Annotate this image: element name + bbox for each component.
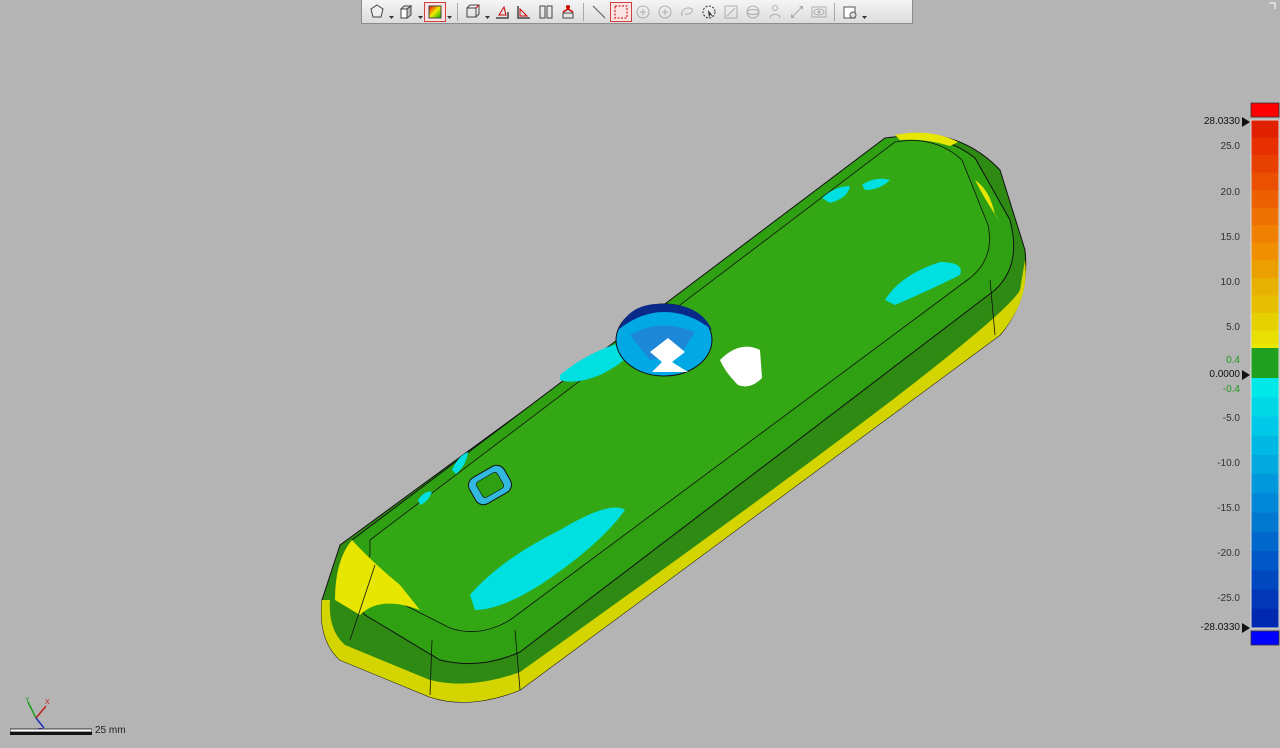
rect-select-icon[interactable] — [610, 1, 632, 22]
color-scale-band — [1251, 378, 1279, 398]
flip-icon[interactable] — [786, 2, 808, 22]
legend-tick-label: 15.0 — [1220, 232, 1240, 243]
color-scale-band — [1251, 474, 1279, 494]
color-scale-band — [1251, 225, 1279, 244]
sphere-icon[interactable] — [742, 2, 764, 22]
legend-zero-arrow-icon[interactable] — [1242, 370, 1250, 380]
color-scale-band — [1251, 190, 1279, 209]
legend-tick-label: -10.0 — [1217, 458, 1240, 469]
eye-icon[interactable] — [808, 2, 830, 22]
over-range-color — [1250, 102, 1280, 118]
legend-min-arrow-icon[interactable] — [1242, 623, 1250, 633]
color-scale-band — [1251, 589, 1279, 610]
scale-bar — [10, 728, 92, 735]
viewport-toolbar — [361, 0, 913, 24]
legend-tolerance-upper-label: 0.4 — [1226, 355, 1240, 366]
brush-icon[interactable] — [720, 2, 742, 22]
legend-tick-label: 10.0 — [1220, 277, 1240, 288]
legend-tolerance-lower-label: -0.4 — [1222, 384, 1240, 395]
color-scale-band — [1251, 155, 1279, 174]
front-view-icon[interactable] — [491, 2, 513, 22]
polygon-icon[interactable] — [366, 2, 388, 22]
legend-tick-label: 5.0 — [1226, 322, 1240, 333]
chevron-down-icon[interactable] — [446, 2, 453, 22]
chevron-down-icon[interactable] — [484, 2, 491, 22]
scale-bar-label: 25 mm — [95, 725, 126, 736]
color-scale-band — [1251, 207, 1279, 226]
axis-y-label: Y — [25, 697, 30, 704]
color-scale-band — [1251, 531, 1279, 552]
color-scale-band — [1251, 493, 1279, 514]
section-box-icon[interactable] — [462, 2, 484, 22]
legend-tick-label: 25.0 — [1220, 141, 1240, 152]
color-scale-band — [1251, 551, 1279, 571]
color-scale-band — [1251, 454, 1279, 475]
chevron-down-icon[interactable] — [388, 2, 395, 22]
under-range-color — [1250, 630, 1280, 646]
legend-tick-label: -15.0 — [1217, 503, 1240, 514]
color-scale-band — [1251, 260, 1279, 279]
split-view-icon[interactable] — [535, 2, 557, 22]
legend-max-arrow-icon[interactable] — [1242, 117, 1250, 127]
toolbar-separator — [457, 2, 458, 21]
person-view-icon[interactable] — [557, 2, 579, 22]
legend-tick-label: 20.0 — [1220, 187, 1240, 198]
color-scale-band — [1251, 120, 1279, 139]
color-scale-band — [1251, 277, 1279, 296]
chevron-down-icon[interactable] — [861, 2, 868, 22]
line-icon[interactable] — [588, 2, 610, 22]
legend-tick-label: -5.0 — [1222, 413, 1240, 424]
axis-x-label: X — [45, 699, 50, 706]
side-view-icon[interactable] — [513, 2, 535, 22]
color-scale-band — [1251, 512, 1279, 533]
add-point-alt-icon[interactable] — [654, 2, 676, 22]
legend-tick-label: -20.0 — [1217, 548, 1240, 559]
add-point-icon[interactable] — [632, 2, 654, 22]
resize-corner-icon[interactable] — [1268, 2, 1276, 10]
lasso-icon[interactable] — [676, 2, 698, 22]
color-scale-band — [1251, 416, 1279, 437]
3d-viewport[interactable] — [0, 24, 1180, 748]
color-scale-band — [1251, 172, 1279, 191]
legend-tick-label: -25.0 — [1217, 593, 1240, 604]
colormap-icon[interactable] — [424, 1, 446, 22]
color-scale-band — [1251, 295, 1279, 314]
legend-min-label: -28.0330 — [1200, 622, 1240, 633]
color-scale-band — [1251, 137, 1279, 156]
cube-icon[interactable] — [395, 2, 417, 22]
legend-max-label: 28.0330 — [1203, 116, 1240, 127]
toolbar-separator — [583, 2, 584, 21]
color-scale-band — [1251, 312, 1279, 331]
tolerance-band — [1251, 348, 1279, 378]
color-legend: 28.0330 25.0 20.0 15.0 10.0 5.0 0.4 0.0000 -0.4 -… — [1190, 100, 1280, 650]
color-scale-band — [1251, 435, 1279, 456]
color-scale-bar — [1250, 102, 1280, 646]
color-scale-band — [1251, 570, 1279, 591]
display-options-icon[interactable] — [839, 2, 861, 22]
circle-select-icon[interactable] — [698, 2, 720, 22]
color-scale-band — [1251, 242, 1279, 261]
color-scale-band — [1251, 397, 1279, 417]
color-scale-band — [1251, 344, 1279, 348]
person-select-icon[interactable] — [764, 2, 786, 22]
legend-zero-label: 0.0000 — [1209, 369, 1240, 380]
color-scale-band — [1251, 608, 1279, 629]
toolbar-separator — [834, 2, 835, 21]
chevron-down-icon[interactable] — [417, 2, 424, 22]
